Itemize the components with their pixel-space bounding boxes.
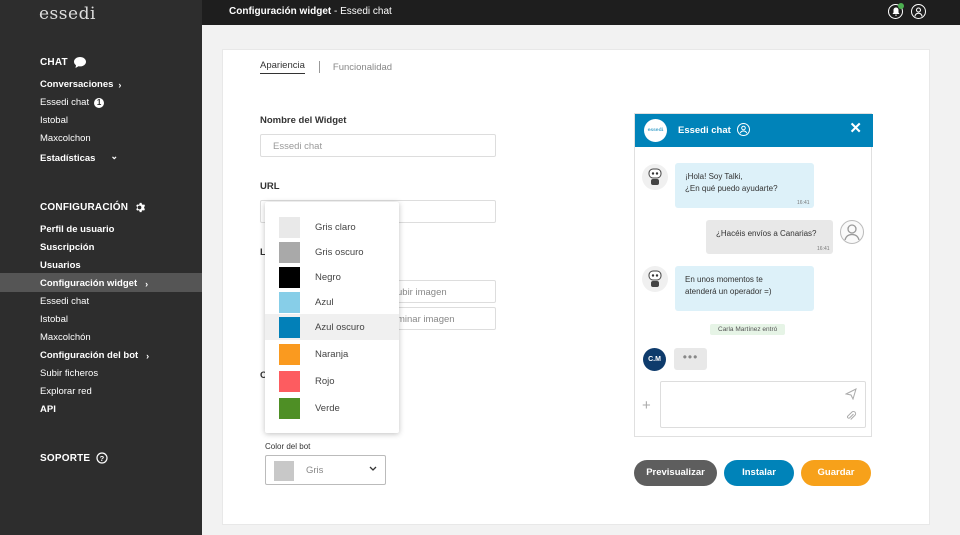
config-header-label: CONFIGURACIÓN <box>40 202 129 213</box>
sidebar-item-widget-maxcolchon[interactable]: Maxcolchón <box>40 332 91 343</box>
unread-badge: 1 <box>94 97 105 108</box>
bot-color-select[interactable]: Gris <box>265 455 386 485</box>
sidebar-item-suscripcion[interactable]: Suscripción <box>40 242 94 253</box>
sidebar-item-maxcolchon[interactable]: Maxcolchon <box>40 133 91 144</box>
tab-apariencia[interactable]: Apariencia <box>260 60 305 74</box>
sidebar-item-conversaciones[interactable]: Conversaciones › <box>40 79 121 90</box>
bot-color-label: Color del bot <box>265 442 311 451</box>
sidebar-item-perfil[interactable]: Perfil de usuario <box>40 224 114 235</box>
plus-icon[interactable]: + <box>642 397 651 414</box>
sidebar-item-estadisticas[interactable]: Estadísticas ⌄ <box>40 151 118 164</box>
agent-avatar: C.M <box>643 348 666 371</box>
chat-header: essedi Essedi chat ✕ <box>635 114 873 147</box>
chat-message-input[interactable] <box>660 381 866 428</box>
chat-logo: essedi <box>644 119 667 142</box>
online-status-dot <box>898 3 904 9</box>
user-profile-icon[interactable] <box>911 4 926 19</box>
color-swatch <box>279 266 300 288</box>
svg-text:?: ? <box>100 454 105 463</box>
color-option-gris-claro[interactable]: Gris claro <box>265 214 399 240</box>
color-swatch <box>279 291 300 313</box>
sidebar-item-usuarios[interactable]: Usuarios <box>40 260 81 271</box>
color-option-verde[interactable]: Verde <box>265 395 399 421</box>
chat-bubble-icon <box>73 57 86 68</box>
color-swatch <box>279 241 300 263</box>
close-icon[interactable]: ✕ <box>849 121 862 136</box>
send-icon[interactable] <box>844 388 859 402</box>
sidebar-item-config-widget[interactable]: Configuración widget › <box>40 278 148 289</box>
preview-button[interactable]: Previsualizar <box>634 460 717 486</box>
sidebar-item-istobal[interactable]: Istobal <box>40 115 68 126</box>
sidebar-item-explorar-red[interactable]: Explorar red <box>40 386 92 397</box>
chevron-right-icon: › <box>146 350 150 361</box>
color-dropdown-menu: Gris claro Gris oscuro Negro Azul Azul o… <box>265 202 399 433</box>
color-swatch <box>279 397 300 419</box>
help-icon: ? <box>96 452 108 464</box>
color-swatch <box>279 370 300 392</box>
url-label: URL <box>260 181 280 192</box>
color-swatch <box>279 343 300 365</box>
tab-divider <box>318 61 320 73</box>
tab-bar: Apariencia Funcionalidad <box>260 60 392 74</box>
color-swatch <box>279 216 300 238</box>
bot-avatar <box>642 266 668 292</box>
color-option-gris-oscuro[interactable]: Gris oscuro <box>265 239 399 265</box>
chat-section-header: CHAT <box>40 57 86 68</box>
color-option-rojo[interactable]: Rojo <box>265 368 399 394</box>
color-swatch <box>279 316 300 338</box>
notification-bell-icon[interactable] <box>888 3 904 19</box>
sidebar-item-api[interactable]: API <box>40 404 56 415</box>
bot-avatar <box>642 164 668 190</box>
attachment-icon[interactable] <box>845 410 859 424</box>
typing-indicator: ••• <box>674 348 707 370</box>
chevron-down-icon: ⌄ <box>110 151 118 161</box>
gear-icon <box>136 202 146 213</box>
support-header-label: SOPORTE <box>40 452 91 464</box>
sidebar-item-widget-essedi[interactable]: Essedi chat <box>40 296 89 307</box>
sidebar-item-essedi-chat[interactable]: Essedi chat 1 <box>40 97 105 108</box>
save-button[interactable]: Guardar <box>801 460 871 486</box>
message-time: 16:41 <box>817 246 830 252</box>
user-icon <box>737 123 750 136</box>
widget-config-card: Apariencia Funcionalidad Nombre del Widg… <box>222 49 930 525</box>
sidebar-item-widget-istobal[interactable]: Istobal <box>40 314 68 325</box>
chat-title: Essedi chat <box>678 125 731 136</box>
page-title: Configuración widget - Essedi chat <box>229 6 392 17</box>
user-avatar-icon <box>840 220 864 244</box>
widget-name-label: Nombre del Widget <box>260 115 347 126</box>
chevron-right-icon: › <box>118 79 122 90</box>
topbar: Configuración widget - Essedi chat <box>202 0 960 25</box>
bot-color-value: Gris <box>306 465 324 476</box>
support-section-header[interactable]: SOPORTE ? <box>40 452 108 464</box>
chat-widget-preview: essedi Essedi chat ✕ ¡Hola! Soy Talki, ¿E… <box>634 113 873 437</box>
bot-message: En unos momentos te atenderá un operador … <box>675 266 814 311</box>
color-option-negro[interactable]: Negro <box>265 264 399 290</box>
bot-message: ¡Hola! Soy Talki, ¿En qué puedo ayudarte? <box>675 163 814 208</box>
selected-color-swatch <box>274 461 294 481</box>
chevron-down-icon <box>369 464 377 475</box>
user-message: ¿Hacéis envíos a Canarias? <box>706 220 833 254</box>
install-button[interactable]: Instalar <box>724 460 794 486</box>
widget-name-input[interactable]: Essedi chat <box>260 134 496 157</box>
color-option-naranja[interactable]: Naranja <box>265 341 399 367</box>
color-option-azul-oscuro[interactable]: Azul oscuro <box>265 314 399 340</box>
agent-joined-notice: Carla Martínez entró <box>710 324 786 335</box>
color-option-azul[interactable]: Azul <box>265 289 399 315</box>
config-section-header: CONFIGURACIÓN <box>40 202 146 213</box>
tab-funcionalidad[interactable]: Funcionalidad <box>333 62 392 73</box>
sidebar: essedi CHAT Conversaciones › Essedi chat 1… <box>0 0 202 535</box>
sidebar-item-subir-ficheros[interactable]: Subir ficheros <box>40 368 98 379</box>
essedi-logo[interactable]: essedi <box>39 4 96 24</box>
sidebar-item-config-bot[interactable]: Configuración del bot › <box>40 350 149 361</box>
message-time: 16:41 <box>797 200 810 206</box>
chat-header-label: CHAT <box>40 57 68 68</box>
chevron-right-icon: › <box>145 278 149 289</box>
